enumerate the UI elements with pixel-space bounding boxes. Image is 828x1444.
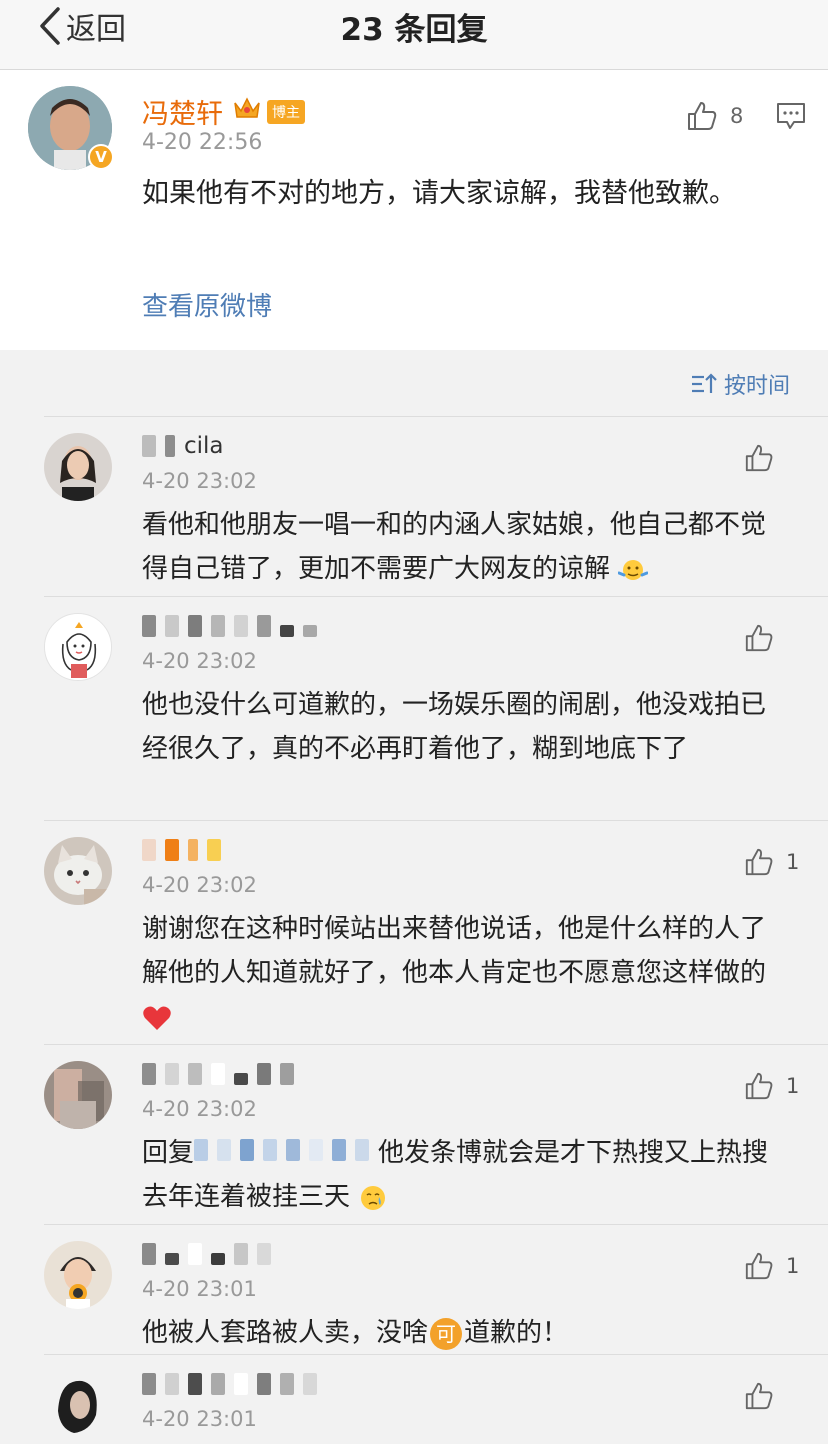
thumbs-up-icon [745,1252,773,1280]
avatar[interactable] [44,1061,112,1129]
avatar[interactable] [44,433,112,501]
thumbs-up-icon [688,102,717,130]
ke-emoji-icon: 可 [430,1317,463,1350]
shrug-emoji-icon [618,559,649,580]
post-like-count: 8 [730,104,744,128]
thumbs-up-icon [745,1382,773,1410]
sort-by-time-button[interactable]: 按时间 [690,368,790,400]
comment-text: 谢谢您在这种时候站出来替他说话，他是什么样的人了解他的人知道就好了，他本人肯定也… [142,907,782,1039]
comment-like-button[interactable] [744,1381,786,1411]
avatar[interactable] [44,1241,112,1309]
commenter-name [142,1237,280,1271]
verified-badge: V [88,144,114,170]
crying-emoji-icon [361,1185,386,1210]
commenter-name: cila [142,429,224,463]
comment-text-tail: 道歉的！ [464,1318,569,1348]
thumbs-up-icon [745,624,773,652]
comment-item: 4-20 23:01 [44,1354,828,1444]
comment-item: 4-20 23:01 1 他被人套路被人卖，没啥可道歉的！ [44,1224,828,1354]
avatar[interactable] [44,1371,112,1439]
comment-text: 他也没什么可道歉的，一场娱乐圈的闹剧，他没戏拍已经很久了，真的不必再盯着他了，糊… [142,690,767,764]
crown-icon [234,97,260,118]
comment-text-body: 谢谢您在这种时候站出来替他说话，他是什么样的人了解他的人知道就好了，他本人肯定也… [142,914,767,988]
comment-like-button[interactable]: 1 [744,1071,799,1101]
comment-text-body: 看他和他朋友一唱一和的内涵人家姑娘，他自己都不觉得自己错了，更加不需要广大网友的… [142,510,767,584]
comment-like-button[interactable] [744,443,786,473]
comment-text: 他被人套路被人卖，没啥可道歉的！ [142,1311,782,1355]
comment-text: 回复 他发条博就会是才下热搜又上热搜 去年连着被挂三天 [142,1131,782,1219]
comment-time: 4-20 23:01 [142,1277,257,1301]
comment-text-body: 他被人套路被人卖，没啥 [142,1318,429,1348]
comment-like-count: 1 [786,1254,800,1278]
nav-bar: 返回 23 条回复 [0,0,828,70]
comment-time: 4-20 23:02 [142,873,257,897]
comment-icon[interactable] [776,102,806,130]
comment-text: 看他和他朋友一唱一和的内涵人家姑娘，他自己都不觉得自己错了，更加不需要广大网友的… [142,503,782,591]
comment-like-button[interactable]: 1 [744,1251,799,1281]
reply-mention[interactable] [194,1138,378,1168]
original-comment: V 冯楚轩 博主 4-20 22:56 8 如果他有不对的地方，请大家谅解，我替… [0,70,828,350]
author-name[interactable]: 冯楚轩 [142,92,223,131]
commenter-name [142,1057,303,1091]
commenter-name-visible: cila [184,433,224,459]
avatar[interactable] [44,613,112,681]
comment-like-button[interactable]: 1 [744,847,799,877]
sort-label: 按时间 [724,374,791,399]
comment-item: 4-20 23:02 1 回复 他发条博就会是才下热搜又上热搜 去年连着被挂三天 [44,1044,828,1224]
view-original-link[interactable]: 查看原微博 [142,286,272,323]
host-tag: 博主 [267,100,305,124]
post-like-button[interactable]: 8 [686,100,743,132]
comment-item: cila 4-20 23:02 看他和他朋友一唱一和的内涵人家姑娘，他自己都不觉… [44,416,828,596]
post-text: 如果他有不对的地方，请大家谅解，我替他致歉。 [142,178,736,209]
comment-time: 4-20 23:02 [142,649,257,673]
thumbs-up-icon [745,1072,773,1100]
post-time: 4-20 22:56 [142,130,263,155]
commenter-name [142,833,230,867]
thumbs-up-icon [745,444,773,472]
comment-like-button[interactable] [744,623,786,653]
heart-emoji-icon [143,1006,171,1030]
comment-like-count: 1 [786,850,800,874]
commenter-name [142,609,326,643]
commenter-name [142,1367,326,1401]
comment-time: 4-20 23:01 [142,1407,257,1431]
comment-time: 4-20 23:02 [142,469,257,493]
reply-prefix: 回复 [142,1138,195,1168]
comment-like-count: 1 [786,1074,800,1098]
page-title: 23 条回复 [340,12,488,48]
comment-item: 4-20 23:02 1 谢谢您在这种时候站出来替他说话，他是什么样的人了解他的… [44,820,828,1044]
comment-item: 4-20 23:02 他也没什么可道歉的，一场娱乐圈的闹剧，他没戏拍已经很久了，… [44,596,828,820]
sort-icon [692,373,717,393]
thumbs-up-icon [745,848,773,876]
comment-time: 4-20 23:02 [142,1097,257,1121]
avatar[interactable] [44,837,112,905]
